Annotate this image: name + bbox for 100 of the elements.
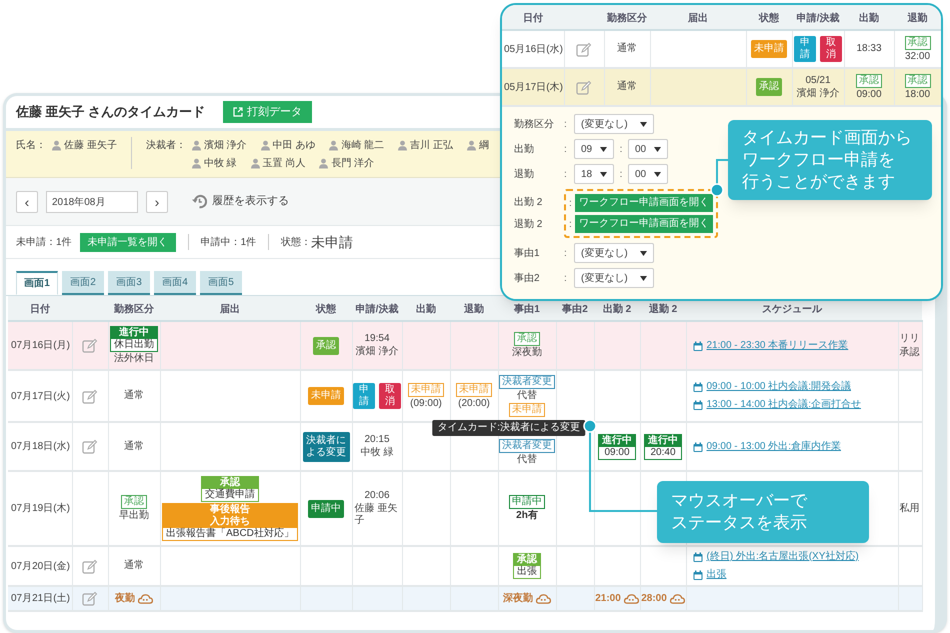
- schedule-link[interactable]: 21:00 - 23:30 本番リリース作業: [692, 340, 848, 352]
- cell-text: 深夜勤: [512, 347, 542, 359]
- cell-text: 中牧 緑: [360, 447, 394, 459]
- approver-name: 海崎 龍二: [341, 138, 384, 153]
- status-badge: 未申請: [751, 40, 787, 58]
- status-tag: 承認: [904, 74, 930, 88]
- column-header: 事由1: [514, 304, 540, 315]
- field-label: 事由2: [514, 272, 541, 286]
- open-list-button[interactable]: 未申請一覧を開く: [80, 232, 176, 252]
- callout-text: 行うことができます: [742, 171, 896, 193]
- status-tag: 承認: [904, 36, 930, 50]
- separator: :: [618, 168, 624, 182]
- cell-text: (09:00): [410, 398, 442, 410]
- cell-text: 20:15: [364, 434, 390, 446]
- stack-body: 20:40: [649, 446, 677, 458]
- workflow-button[interactable]: ワークフロー申請画面を開く: [575, 215, 713, 233]
- stack-body: 出張: [516, 566, 538, 578]
- select-field[interactable]: (変更なし): [574, 243, 654, 263]
- next-button[interactable]: ›: [146, 190, 168, 212]
- schedule-link[interactable]: 出張: [692, 569, 726, 581]
- cell-text: 通常: [124, 440, 144, 452]
- column-header: 日付: [30, 304, 50, 315]
- status-badge: 決裁者による変更: [302, 432, 350, 462]
- select-field[interactable]: 00: [628, 139, 668, 159]
- tab[interactable]: 画面3: [108, 271, 150, 295]
- cell-text: 28:00: [641, 592, 667, 604]
- approver-name: 中牧 緑: [204, 156, 237, 171]
- approver-name: 吉川 正弘: [410, 138, 453, 153]
- date-cell-text: 07月17日(火): [11, 390, 70, 404]
- cell-text: 濱畑 浄介: [796, 88, 840, 100]
- column-header: 勤務区分: [607, 13, 647, 24]
- action-button[interactable]: 取消: [820, 36, 842, 62]
- separator: :: [564, 272, 568, 286]
- cell-text: 21:00: [595, 592, 621, 604]
- column-header: スケジュール: [762, 304, 822, 315]
- approver-name: 綱: [478, 139, 489, 153]
- schedule-link[interactable]: 09:00 - 10:00 社内会議:開発会議: [692, 381, 851, 393]
- cell-text: 2h有: [516, 510, 538, 522]
- tab[interactable]: 画面4: [154, 271, 196, 295]
- date-cell-text: 05月16日(水): [504, 42, 563, 56]
- schedule-link[interactable]: 09:00 - 13:00 外出:倉庫内作業: [692, 440, 841, 452]
- field-label: 状態：: [281, 236, 312, 248]
- select-field[interactable]: (変更なし): [574, 268, 654, 288]
- select-field[interactable]: (変更なし): [574, 114, 654, 134]
- status-tag: 未申請: [509, 403, 545, 417]
- column-header: 申請/決裁: [796, 13, 840, 24]
- field-label: 出勤 2: [514, 196, 544, 210]
- cell-text: 09:00: [856, 88, 882, 100]
- page-title: 佐藤 亜矢子 さんのタイムカード: [16, 103, 206, 122]
- history-link[interactable]: 履歴を表示する: [192, 193, 289, 210]
- cell-text: 05/21: [805, 74, 831, 86]
- cell-text: (20:00): [458, 398, 490, 410]
- separator: :: [564, 142, 568, 156]
- status-badge: 承認: [313, 336, 339, 354]
- cell-text: 私用: [900, 502, 920, 514]
- cell-text: 佐藤 亜矢子: [354, 503, 398, 527]
- approver-name: 中田 あゆ: [272, 138, 316, 153]
- cell-text: 32:00: [904, 50, 930, 62]
- field-label: 退勤: [514, 168, 535, 182]
- stack-header: 承認: [202, 477, 258, 489]
- column-header: 勤務区分: [114, 304, 154, 315]
- previous-button[interactable]: ‹: [16, 190, 38, 212]
- status-badge: 申請中: [308, 500, 344, 518]
- separator: :: [564, 118, 568, 132]
- stack-header: 事後報告 入力待ち: [163, 504, 297, 528]
- cell-text: 20:06: [364, 490, 390, 502]
- month-field[interactable]: 2018年08月: [46, 190, 138, 212]
- date-cell-text: 07月18日(水): [11, 440, 70, 454]
- field-label: 事由1: [514, 246, 541, 260]
- schedule-link[interactable]: (終日) 外出:名古屋出張(XY社対応): [692, 551, 859, 563]
- column-header: 状態: [316, 304, 336, 315]
- approver-name: 長門 洋介: [331, 157, 374, 171]
- field-label: 退勤 2: [514, 218, 544, 232]
- callout-text: タイムカード画面から: [742, 127, 913, 149]
- cell-text: 濱畑 浄介: [356, 346, 398, 358]
- export-button[interactable]: 打刻データ: [223, 100, 312, 124]
- schedule-link[interactable]: 13:00 - 14:00 社内会議:企画打合せ: [692, 399, 861, 411]
- column-header: 状態: [759, 13, 779, 24]
- workflow-button[interactable]: ワークフロー申請画面を開く: [575, 194, 713, 212]
- column-header: 退勤: [908, 13, 928, 24]
- select-field[interactable]: 09: [574, 139, 614, 159]
- stack-body: 09:00: [603, 446, 631, 458]
- select-field[interactable]: 18: [574, 164, 614, 184]
- person-name: 佐藤 亜矢子: [64, 138, 117, 153]
- cell-text: 18:33: [856, 43, 882, 55]
- tab[interactable]: 画面2: [62, 271, 104, 295]
- action-button[interactable]: 取消: [379, 383, 401, 409]
- select-field[interactable]: 00: [628, 164, 668, 184]
- tab[interactable]: 画面1: [16, 271, 58, 295]
- field-label: 決裁者：: [146, 138, 186, 153]
- tab[interactable]: 画面5: [200, 271, 242, 295]
- action-button[interactable]: 申請: [353, 383, 375, 409]
- summary-text: 申請中：1件: [200, 236, 256, 250]
- column-header: 日付: [523, 13, 543, 24]
- separator: :: [564, 168, 568, 182]
- stack-header: 進行中: [645, 434, 681, 446]
- callout-text: ステータスを表示: [671, 512, 808, 534]
- cell-text: 承認: [900, 346, 920, 358]
- action-button[interactable]: 申請: [794, 36, 816, 62]
- date-cell-text: 07月16日(月): [11, 339, 70, 353]
